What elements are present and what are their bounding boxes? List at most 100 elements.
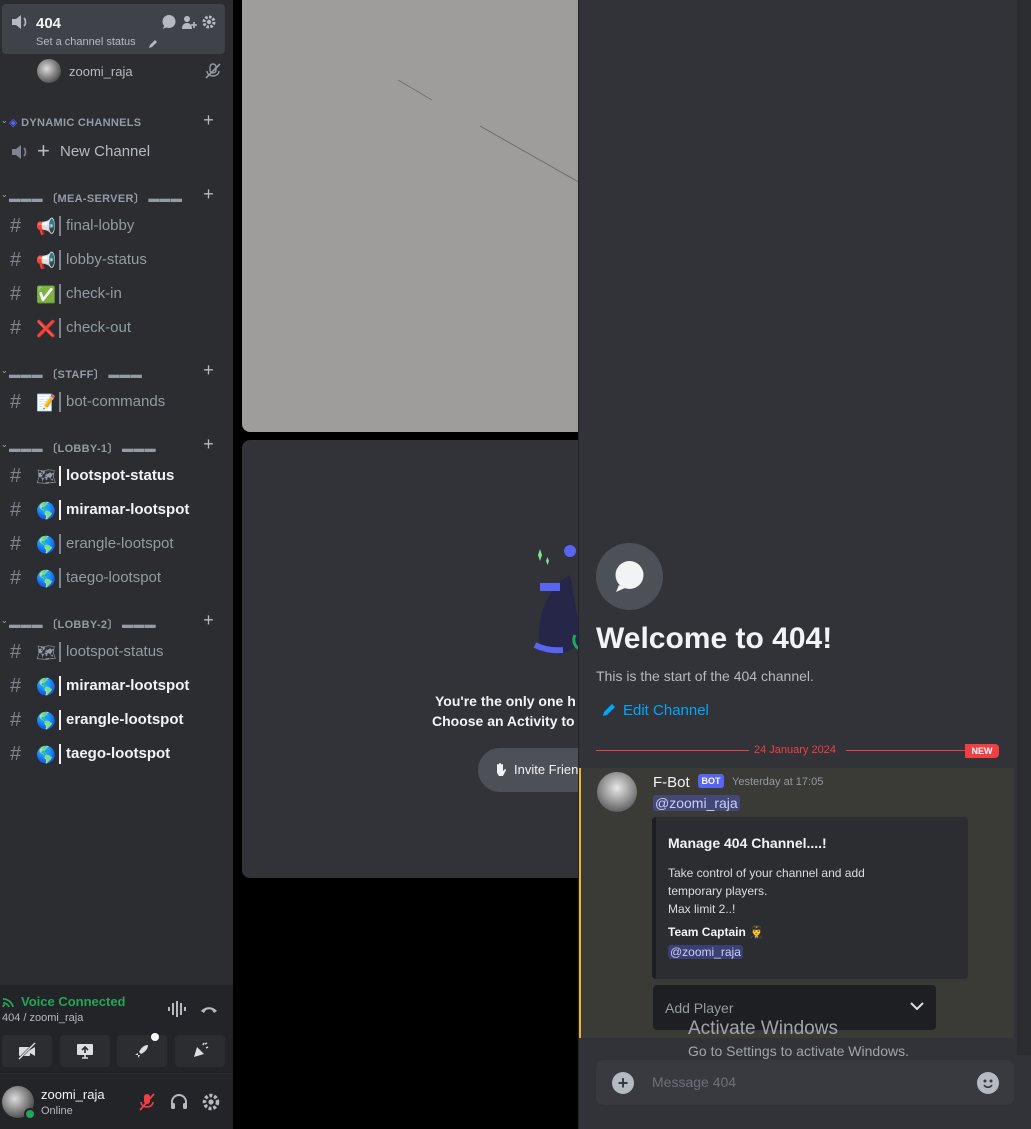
add-channel-icon[interactable]: + bbox=[203, 360, 214, 381]
channel-emoji: 🌎 bbox=[36, 679, 56, 696]
embed-field-mention[interactable]: @zoomi_raja bbox=[668, 945, 743, 959]
activity-panel: You're the only one h Choose an Activity… bbox=[242, 440, 582, 878]
hash-icon: # bbox=[10, 249, 22, 271]
category-lobby-1[interactable]: ⌄ ▬▬▬ 〔LOBBY-1〕 ▬▬▬ + bbox=[0, 434, 225, 457]
channel-check-in[interactable]: # ✅ check-in bbox=[2, 278, 225, 310]
online-status-dot bbox=[24, 1108, 36, 1120]
avatar[interactable] bbox=[597, 772, 637, 812]
channel-emoji: 🗺 bbox=[36, 469, 57, 486]
channel-emoji: 🌎 bbox=[36, 571, 56, 588]
chevron-down-icon: ⌄ bbox=[1, 190, 9, 199]
voice-channel-header[interactable]: 404 Set a channel status bbox=[2, 4, 225, 54]
voice-path[interactable]: 404 / zoomi_raja bbox=[2, 1012, 83, 1024]
category-lobby-2[interactable]: ⌄ ▬▬▬ 〔LOBBY-2〕 ▬▬▬ + bbox=[0, 610, 225, 633]
headphones-icon[interactable] bbox=[169, 1092, 189, 1112]
muted-mic-icon[interactable] bbox=[137, 1092, 157, 1112]
channel-emoji: 📝 bbox=[36, 395, 56, 412]
channel-taego-lootspot[interactable]: # 🌎 taego-lootspot bbox=[2, 738, 225, 770]
channel-check-out[interactable]: # ❌ check-out bbox=[2, 312, 225, 344]
screen-share-icon bbox=[76, 1044, 93, 1059]
channel-emoji: 🌎 bbox=[36, 713, 56, 730]
bot-badge: BOT bbox=[698, 774, 724, 788]
invite-hand-icon bbox=[497, 763, 506, 776]
channel-miramar-lootspot[interactable]: # 🌎 miramar-lootspot bbox=[2, 670, 225, 702]
scrollbar[interactable] bbox=[1017, 0, 1031, 1055]
activate-windows-watermark: Activate Windows bbox=[688, 1018, 838, 1039]
chevron-down-icon: ⌄ bbox=[1, 440, 9, 449]
signal-icon bbox=[2, 998, 14, 1008]
gear-icon[interactable] bbox=[201, 14, 217, 30]
message-input[interactable]: Message 404 bbox=[652, 1074, 736, 1090]
hash-icon: # bbox=[10, 283, 22, 305]
channel-taego-lootspot[interactable]: # 🌎 taego-lootspot bbox=[2, 562, 225, 594]
activity-message-line1: You're the only one h bbox=[435, 693, 576, 709]
channel-new-channel[interactable]: + New Channel bbox=[2, 136, 225, 168]
emoji-icon[interactable] bbox=[977, 1072, 999, 1094]
channel-erangle-lootspot[interactable]: # 🌎 erangle-lootspot bbox=[2, 704, 225, 736]
voice-connection-panel: Voice Connected 404 / zoomi_raja bbox=[0, 985, 233, 1073]
user-mention[interactable]: @zoomi_raja bbox=[653, 795, 740, 811]
hash-icon: # bbox=[10, 709, 22, 731]
chevron-down-icon: ⌄ bbox=[1, 366, 9, 375]
plus-icon: + bbox=[37, 138, 50, 163]
noise-suppression-icon[interactable] bbox=[167, 1000, 187, 1018]
new-badge: NEW bbox=[965, 744, 999, 758]
channel-miramar-lootspot[interactable]: # 🌎 miramar-lootspot bbox=[2, 494, 225, 526]
add-channel-icon[interactable]: + bbox=[203, 110, 214, 131]
disconnect-icon[interactable] bbox=[199, 1000, 219, 1018]
share-screen-button[interactable] bbox=[59, 1035, 110, 1067]
gear-icon[interactable] bbox=[201, 1092, 221, 1112]
pencil-icon[interactable] bbox=[148, 39, 158, 49]
add-channel-icon[interactable]: + bbox=[203, 610, 214, 631]
avatar[interactable] bbox=[2, 1086, 36, 1120]
voice-user[interactable]: zoomi_raja bbox=[37, 59, 222, 83]
welcome-subtitle: This is the start of the 404 channel. bbox=[596, 668, 814, 684]
channel-name: lootspot-status bbox=[66, 643, 164, 660]
channel-lootspot-status[interactable]: # 🗺 lootspot-status bbox=[2, 460, 225, 492]
user-name[interactable]: zoomi_raja bbox=[41, 1087, 105, 1102]
channel-final-lobby[interactable]: # 📢 final-lobby bbox=[2, 210, 225, 242]
activity-illustration bbox=[533, 545, 582, 655]
channel-lootspot-status[interactable]: # 🗺 lootspot-status bbox=[2, 636, 225, 668]
category-dynamic-channels[interactable]: ⌄ ◈ DYNAMIC CHANNELS + bbox=[0, 110, 225, 133]
diamond-icon: ◈ bbox=[9, 117, 18, 129]
activity-button[interactable] bbox=[117, 1033, 168, 1067]
channel-emoji: ❌ bbox=[36, 321, 56, 338]
hash-icon: # bbox=[10, 317, 22, 339]
chevron-down-icon: ⌄ bbox=[1, 616, 9, 625]
edit-channel-label: Edit Channel bbox=[623, 702, 709, 719]
add-attachment-icon[interactable]: + bbox=[612, 1072, 634, 1094]
channel-erangle-lootspot[interactable]: # 🌎 erangle-lootspot bbox=[2, 528, 225, 560]
category-mea-server[interactable]: ⌄ ▬▬▬ 〔MEA-SERVER〕 ▬▬▬ + bbox=[0, 184, 225, 207]
chevron-down-icon bbox=[910, 1002, 924, 1011]
category-label: DYNAMIC CHANNELS bbox=[21, 117, 142, 129]
activity-message-line2: Choose an Activity to bbox=[432, 713, 575, 729]
channel-emoji: ✅ bbox=[36, 287, 56, 304]
rocket-icon bbox=[135, 1045, 149, 1058]
message-author[interactable]: F-Bot bbox=[653, 774, 690, 791]
voice-connected-label[interactable]: Voice Connected bbox=[21, 994, 126, 1009]
hash-icon: # bbox=[10, 499, 22, 521]
soundboard-button[interactable] bbox=[174, 1035, 225, 1067]
video-tile[interactable] bbox=[242, 0, 582, 432]
add-channel-icon[interactable]: + bbox=[203, 184, 214, 205]
channel-bot-commands[interactable]: # 📝 bot-commands bbox=[2, 386, 225, 418]
notification-dot bbox=[151, 1033, 160, 1041]
chat-icon[interactable] bbox=[161, 14, 177, 30]
channel-name: miramar-lootspot bbox=[66, 501, 190, 518]
invite-friends-button[interactable]: Invite Frien bbox=[478, 748, 582, 792]
channel-emoji: 🌎 bbox=[36, 537, 56, 554]
category-staff[interactable]: ⌄ ▬▬▬ 〔STAFF〕 ▬▬▬ + bbox=[0, 360, 225, 383]
user-status: Online bbox=[41, 1105, 73, 1117]
channel-lobby-status[interactable]: # 📢 lobby-status bbox=[2, 244, 225, 276]
channel-name: erangle-lootspot bbox=[66, 535, 174, 552]
activate-windows-hint: Go to Settings to activate Windows. bbox=[688, 1043, 909, 1059]
channel-name: final-lobby bbox=[66, 217, 135, 234]
invite-user-icon[interactable] bbox=[181, 14, 197, 30]
channel-emoji: 🌎 bbox=[36, 747, 56, 764]
add-channel-icon[interactable]: + bbox=[203, 434, 214, 455]
message-composer[interactable]: + Message 404 bbox=[596, 1060, 1014, 1105]
camera-off-button[interactable] bbox=[2, 1035, 52, 1067]
channel-name: taego-lootspot bbox=[66, 569, 162, 586]
channel-status-link[interactable]: Set a channel status bbox=[36, 36, 136, 48]
